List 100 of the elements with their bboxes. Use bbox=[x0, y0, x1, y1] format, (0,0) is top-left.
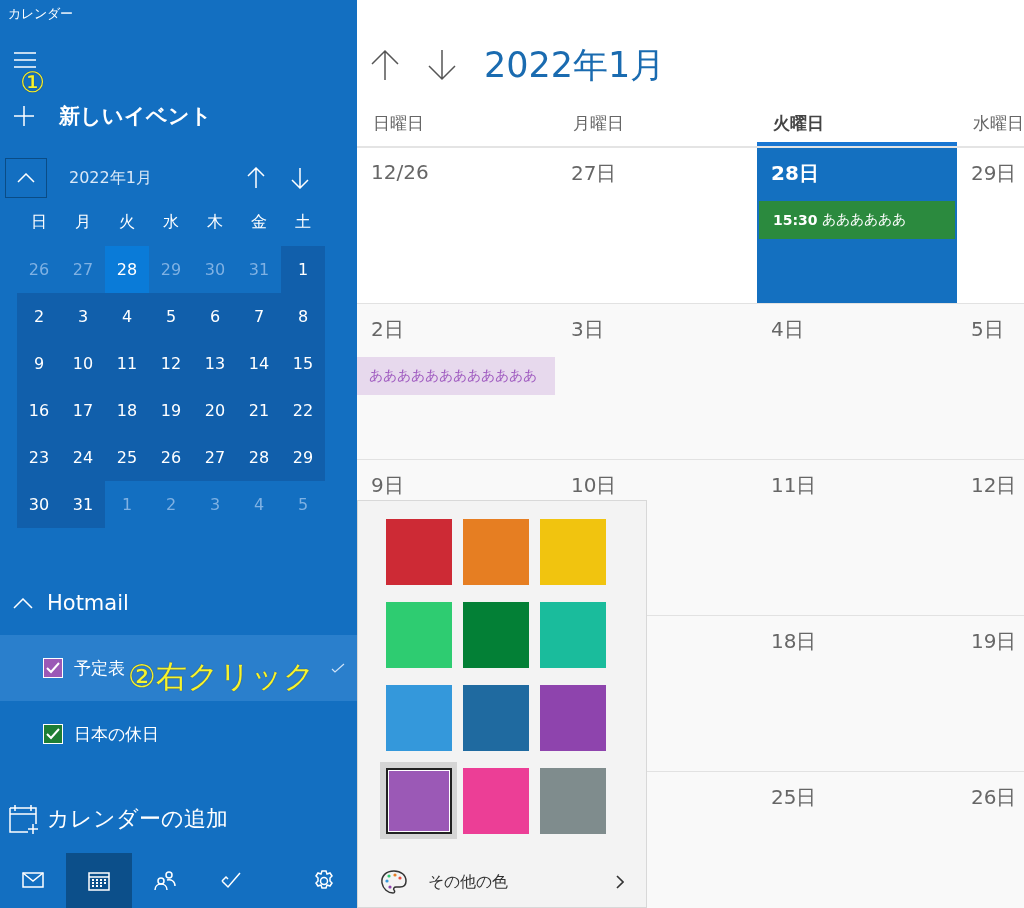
color-swatch[interactable] bbox=[385, 518, 452, 585]
check-icon bbox=[331, 663, 345, 673]
day-number: 10日 bbox=[570, 472, 617, 499]
weekday-label: 月 bbox=[74, 211, 92, 233]
color-swatch[interactable] bbox=[539, 767, 606, 834]
day-number: 5日 bbox=[970, 316, 1004, 343]
mini-day[interactable]: 26 bbox=[149, 434, 193, 481]
mini-day[interactable]: 19 bbox=[149, 387, 193, 434]
more-colors-item[interactable]: その他の色 bbox=[358, 857, 646, 907]
mini-day[interactable]: 11 bbox=[105, 340, 149, 387]
mini-day[interactable]: 10 bbox=[61, 340, 105, 387]
palette-icon bbox=[380, 869, 408, 895]
day-number: 9日 bbox=[370, 472, 404, 499]
add-calendar-button[interactable]: カレンダーの追加 bbox=[0, 794, 228, 844]
collapse-button[interactable] bbox=[5, 158, 47, 198]
weekday-header: 日曜日 bbox=[372, 112, 425, 135]
checkbox[interactable] bbox=[43, 658, 63, 678]
chevron-up-icon bbox=[17, 173, 35, 183]
day-number: 3日 bbox=[570, 316, 604, 343]
weekday-label: 日 bbox=[30, 211, 48, 233]
day-number: 12日 bbox=[970, 472, 1017, 499]
calendar-item[interactable]: 日本の休日 bbox=[0, 701, 357, 767]
annotation-text: ②右クリック bbox=[128, 657, 315, 696]
color-swatch[interactable] bbox=[539, 684, 606, 751]
weekday-label: 火 bbox=[118, 211, 136, 233]
account-header[interactable]: Hotmail bbox=[0, 579, 129, 627]
day-number: 12/26 bbox=[370, 160, 429, 184]
mini-day[interactable]: 28 bbox=[105, 246, 149, 293]
mini-day[interactable]: 27 bbox=[193, 434, 237, 481]
color-swatch[interactable] bbox=[462, 684, 529, 751]
mini-day[interactable]: 20 bbox=[193, 387, 237, 434]
event[interactable]: ああああああああああああ bbox=[357, 357, 555, 395]
weekday-label: 金 bbox=[250, 211, 268, 233]
mini-day[interactable]: 28 bbox=[237, 434, 281, 481]
calendar-icon[interactable] bbox=[88, 869, 110, 892]
color-swatch[interactable] bbox=[385, 601, 452, 668]
calendar-name: 日本の休日 bbox=[74, 722, 159, 746]
mini-day[interactable]: 5 bbox=[149, 293, 193, 340]
mini-day[interactable]: 3 bbox=[61, 293, 105, 340]
color-swatch[interactable] bbox=[462, 601, 529, 668]
window-title: カレンダー bbox=[7, 5, 74, 23]
mini-day[interactable]: 8 bbox=[281, 293, 325, 340]
previous-button[interactable] bbox=[370, 48, 400, 82]
day-number: 18日 bbox=[770, 628, 817, 655]
mini-day[interactable]: 21 bbox=[237, 387, 281, 434]
day-number: 26日 bbox=[970, 784, 1017, 811]
color-swatch[interactable] bbox=[385, 767, 452, 834]
mini-day[interactable]: 31 bbox=[61, 481, 105, 528]
arrow-down-icon bbox=[291, 167, 309, 189]
weekday-label: 水 bbox=[162, 211, 180, 233]
color-swatch[interactable] bbox=[462, 518, 529, 585]
mini-day[interactable]: 24 bbox=[61, 434, 105, 481]
mini-day[interactable]: 6 bbox=[193, 293, 237, 340]
mini-day[interactable]: 22 bbox=[281, 387, 325, 434]
day-number: 2日 bbox=[370, 316, 404, 343]
mini-day[interactable]: 9 bbox=[17, 340, 61, 387]
weekday-label: 木 bbox=[206, 211, 224, 233]
mini-day[interactable]: 2 bbox=[17, 293, 61, 340]
mini-day[interactable]: 15 bbox=[281, 340, 325, 387]
event[interactable]: 15:30 ああああああ bbox=[759, 201, 955, 239]
day-number: 29日 bbox=[970, 160, 1017, 187]
mini-day[interactable]: 14 bbox=[237, 340, 281, 387]
color-swatch[interactable] bbox=[539, 601, 606, 668]
next-button[interactable] bbox=[427, 48, 457, 82]
plus-icon bbox=[13, 105, 35, 127]
arrow-up-icon bbox=[371, 49, 399, 81]
mini-day[interactable]: 29 bbox=[281, 434, 325, 481]
chevron-right-icon bbox=[616, 875, 624, 889]
mini-month-title: 2022年1月 bbox=[69, 167, 153, 189]
calendar-name: 予定表 bbox=[74, 656, 125, 680]
mini-day[interactable]: 4 bbox=[105, 293, 149, 340]
arrow-up-icon bbox=[247, 167, 265, 189]
weekday-header: 月曜日 bbox=[572, 112, 625, 135]
color-swatch[interactable] bbox=[462, 767, 529, 834]
weekday-header: 水曜日 bbox=[972, 112, 1024, 135]
mini-day[interactable]: 30 bbox=[17, 481, 61, 528]
mini-day[interactable]: 1 bbox=[281, 246, 325, 293]
calendar-plus-icon bbox=[9, 804, 39, 834]
mini-day[interactable]: 18 bbox=[105, 387, 149, 434]
settings-icon[interactable] bbox=[313, 869, 335, 892]
mini-day[interactable]: 17 bbox=[61, 387, 105, 434]
menu-icon[interactable] bbox=[13, 51, 37, 69]
day-number: 27日 bbox=[570, 160, 617, 187]
mini-day[interactable]: 7 bbox=[237, 293, 281, 340]
checkbox[interactable] bbox=[43, 724, 63, 744]
chevron-up-icon bbox=[13, 597, 33, 609]
today-cell[interactable]: 28日 15:30 ああああああ bbox=[757, 148, 957, 303]
weekday-label: 土 bbox=[294, 211, 312, 233]
color-swatch[interactable] bbox=[385, 684, 452, 751]
day-number: 4日 bbox=[770, 316, 804, 343]
mini-day[interactable]: 13 bbox=[193, 340, 237, 387]
people-icon[interactable] bbox=[154, 869, 176, 892]
mini-day[interactable]: 25 bbox=[105, 434, 149, 481]
mini-day[interactable]: 16 bbox=[17, 387, 61, 434]
color-swatch[interactable] bbox=[539, 518, 606, 585]
mini-day[interactable]: 12 bbox=[149, 340, 193, 387]
day-number: 11日 bbox=[770, 472, 817, 499]
month-title: 2022年1月 bbox=[484, 43, 666, 87]
mini-day[interactable]: 23 bbox=[17, 434, 61, 481]
day-number: 28日 bbox=[770, 160, 819, 187]
